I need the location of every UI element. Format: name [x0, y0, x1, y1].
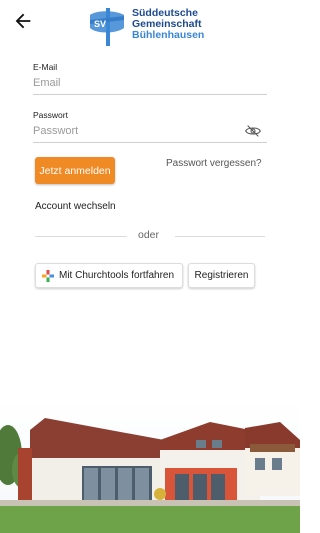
email-field-group: E-Mail	[33, 62, 267, 95]
churchtools-login-button[interactable]: Mit Churchtools fortfahren	[35, 263, 183, 288]
logo-line-3: Bühlenhausen	[132, 29, 205, 41]
divider-right	[175, 236, 265, 237]
churchtools-login-label: Mit Churchtools fortfahren	[59, 270, 175, 281]
divider-label: oder	[138, 229, 160, 241]
password-field-group: Passwort	[33, 110, 267, 143]
church-logo: SV Süddeutsche Gemeinschaft Bühlenhausen	[86, 6, 216, 48]
password-label: Passwort	[33, 110, 68, 120]
arrow-left-icon	[15, 13, 31, 29]
logo-mark-icon: SV	[90, 8, 124, 46]
email-label: E-Mail	[33, 62, 58, 72]
login-button[interactable]: Jetzt anmelden	[35, 157, 115, 184]
divider-left	[35, 236, 127, 237]
logo-mark-text: SV	[94, 19, 106, 29]
password-input[interactable]	[33, 120, 267, 143]
churchtools-cross-icon	[42, 269, 54, 282]
register-button[interactable]: Registrieren	[188, 263, 255, 288]
switch-account-link[interactable]: Account wechseln	[35, 201, 116, 212]
back-button[interactable]	[12, 10, 34, 32]
eye-off-icon[interactable]	[245, 125, 261, 137]
email-input[interactable]	[33, 72, 267, 95]
forgot-password-link[interactable]: Passwort vergessen?	[166, 158, 262, 169]
church-building-photo	[0, 400, 300, 533]
